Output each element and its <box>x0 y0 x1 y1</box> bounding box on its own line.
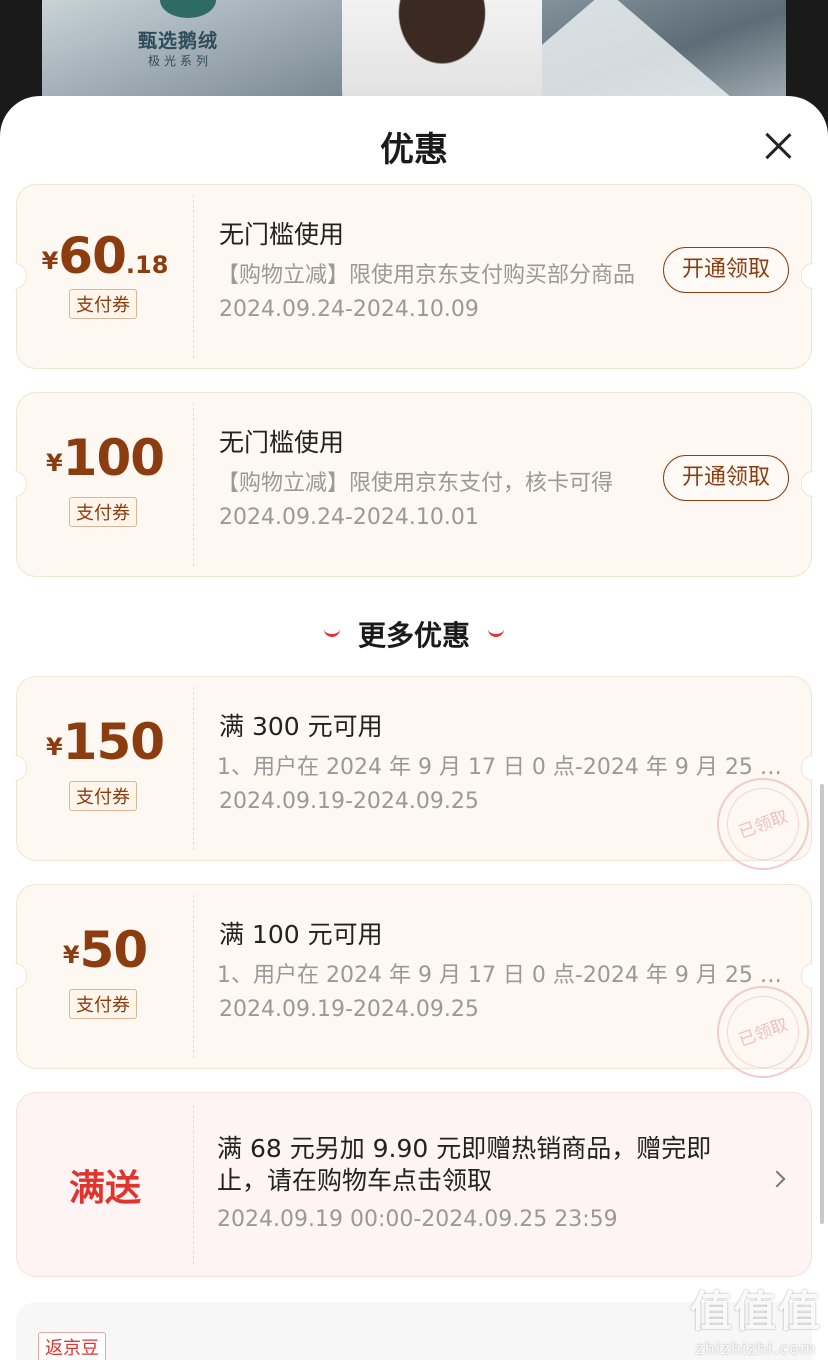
coupon-card[interactable]: ¥50 支付券 满 100 元可用 1、用户在 2024 年 9 月 17 日 … <box>15 884 822 1091</box>
ticket-divider <box>193 403 194 566</box>
banner-series-text: 极光系列 <box>148 54 213 68</box>
discount-sheet: 优惠 ¥60.18 支付券 无门槛使用 【购物立减】限使用京东支付购买部分商品 … <box>0 96 828 1360</box>
claimed-stamp-text: 已领取 <box>735 806 791 844</box>
banner-brand-text: 甄选鹅绒 <box>138 30 219 52</box>
coupon-title: 无门槛使用 <box>219 220 345 249</box>
chevron-right-icon <box>768 1170 786 1188</box>
coupon-type-badge: 支付券 <box>69 497 137 527</box>
amount-value: 100 <box>62 429 165 487</box>
ticket-notch <box>801 755 813 781</box>
ticket-notch <box>801 963 813 989</box>
coupon-title: 满 300 元可用 <box>219 712 383 741</box>
scrollbar[interactable] <box>820 784 824 1224</box>
activate-claim-button[interactable]: 开通领取 <box>663 247 789 293</box>
coupon-description: 【购物立减】限使用京东支付，核卡可得 <box>217 471 614 496</box>
coupon-type-badge: 支付券 <box>69 781 137 811</box>
currency-symbol: ¥ <box>45 449 63 477</box>
promo-validity-date: 2024.09.19 00:00-2024.09.25 23:59 <box>217 1207 618 1232</box>
currency-symbol: ¥ <box>62 941 80 969</box>
sheet-title: 优惠 <box>380 130 448 170</box>
ticket-divider <box>193 195 194 358</box>
coupon-description: 1、用户在 2024 年 9 月 17 日 0 点-2024 年 9 月 25 … <box>217 755 791 780</box>
more-heading-text: 更多优惠 <box>357 619 470 652</box>
coupon-amount: ¥100 <box>17 429 193 487</box>
coupon-type-badge: 支付券 <box>69 989 137 1019</box>
coupon-validity-date: 2024.09.24-2024.10.01 <box>219 505 479 530</box>
coupon-description: 1、用户在 2024 年 9 月 17 日 0 点-2024 年 9 月 25 … <box>217 963 791 988</box>
coupon-amount: ¥150 <box>17 713 193 771</box>
coupon-validity-date: 2024.09.19-2024.09.25 <box>219 997 479 1022</box>
coupon-card: ¥100 支付券 无门槛使用 【购物立减】限使用京东支付，核卡可得 2024.0… <box>15 392 813 577</box>
coupon-amount: ¥50 <box>17 921 193 979</box>
promo-label: 满送 <box>68 1168 141 1209</box>
coupon-card: ¥60.18 支付券 无门槛使用 【购物立减】限使用京东支付购买部分商品 202… <box>15 184 813 369</box>
watermark-url: zhizhizhi.com <box>695 1339 817 1358</box>
ticket-divider <box>193 1105 194 1264</box>
sheet-header: 优惠 <box>0 96 828 192</box>
ticket-notch <box>801 263 813 289</box>
promo-description: 满 68 元另加 9.90 元即赠热销商品，赠完即止，请在购物车点击领取 <box>217 1134 712 1195</box>
coupon-amount: ¥60.18 <box>17 227 193 285</box>
coupon-title: 满 100 元可用 <box>219 920 383 949</box>
coupon-description: 【购物立减】限使用京东支付购买部分商品 <box>217 263 636 288</box>
site-watermark: 值值值 zhizhizhi.com <box>690 1278 822 1358</box>
coupon-validity-date: 2024.09.19-2024.09.25 <box>219 789 479 814</box>
close-icon[interactable] <box>764 132 792 160</box>
amount-value: 60 <box>58 227 127 285</box>
amount-value: 150 <box>62 713 165 771</box>
currency-symbol: ¥ <box>45 733 63 761</box>
amount-value: 50 <box>79 921 149 979</box>
jd-bean-badge: 返京豆 <box>38 1332 106 1360</box>
amount-decimal: .18 <box>125 251 169 279</box>
currency-symbol: ¥ <box>41 247 59 275</box>
watermark-logo: 值值值 <box>689 1287 822 1336</box>
ticket-notch <box>801 471 813 497</box>
smile-decoration-icon <box>323 629 340 637</box>
ticket-divider <box>193 895 194 1058</box>
more-discounts-heading: 更多优惠 <box>0 614 828 654</box>
brand-logo-icon <box>160 0 216 18</box>
smile-decoration-icon <box>488 629 504 637</box>
coupon-type-badge: 支付券 <box>69 289 137 319</box>
coupon-title: 无门槛使用 <box>219 428 345 457</box>
claimed-stamp-icon: 已领取 <box>704 973 822 1091</box>
coupon-validity-date: 2024.09.24-2024.10.09 <box>219 297 479 322</box>
claimed-stamp-icon: 已领取 <box>704 765 822 883</box>
gift-promo-card[interactable]: 满送 满 68 元另加 9.90 元即赠热销商品，赠完即止，请在购物车点击领取 … <box>16 1092 812 1277</box>
ticket-divider <box>193 687 194 850</box>
activate-claim-button[interactable]: 开通领取 <box>663 455 789 501</box>
coupon-card[interactable]: ¥150 支付券 满 300 元可用 1、用户在 2024 年 9 月 17 日… <box>15 676 822 883</box>
claimed-stamp-text: 已领取 <box>735 1014 791 1052</box>
